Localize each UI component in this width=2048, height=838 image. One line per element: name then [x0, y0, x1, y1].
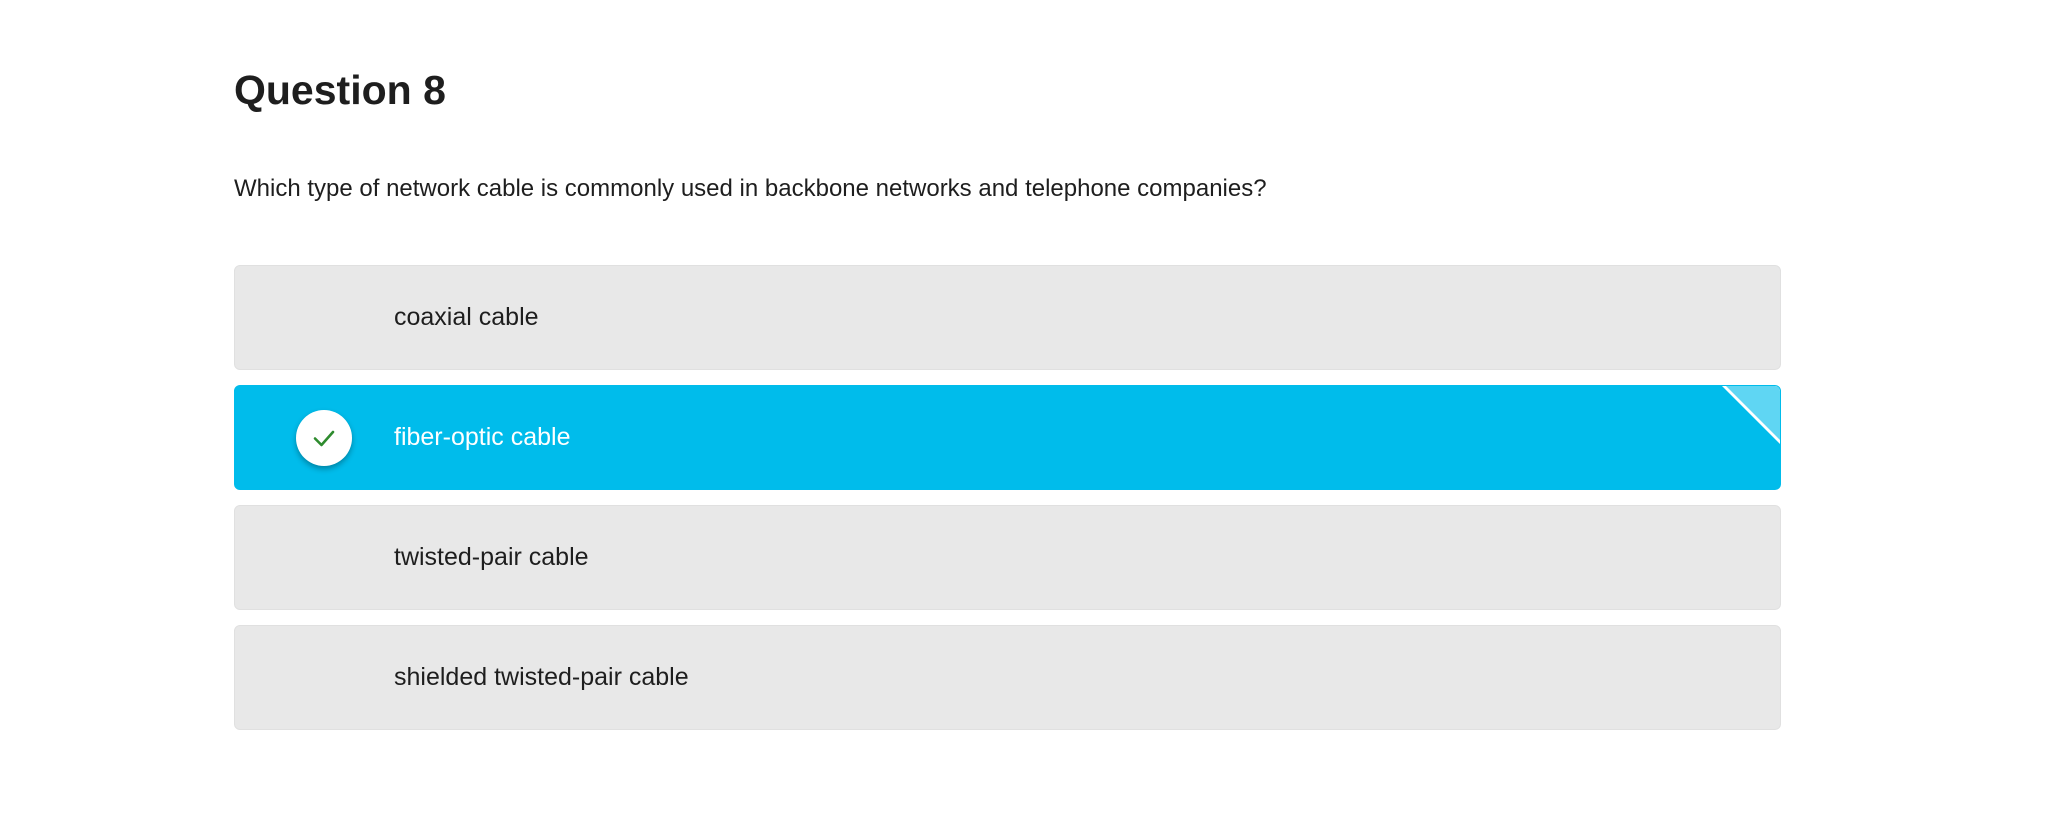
- answer-option-label: coaxial cable: [394, 303, 539, 331]
- answer-option-label: twisted-pair cable: [394, 543, 589, 571]
- answer-option-twisted-pair-cable[interactable]: twisted-pair cable: [234, 505, 1781, 610]
- answer-option-fiber-optic-cable[interactable]: fiber-optic cable: [234, 385, 1781, 490]
- answer-option-label: shielded twisted-pair cable: [394, 663, 689, 691]
- answer-options-list: coaxial cable fiber-optic cable twisted-…: [234, 265, 1781, 745]
- question-title: Question 8: [234, 67, 446, 113]
- answer-option-coaxial-cable[interactable]: coaxial cable: [234, 265, 1781, 370]
- selected-corner-flag-icon: [1722, 386, 1780, 444]
- checkmark-icon: [296, 410, 352, 466]
- question-text: Which type of network cable is commonly …: [234, 175, 1267, 202]
- answer-option-shielded-twisted-pair-cable[interactable]: shielded twisted-pair cable: [234, 625, 1781, 730]
- answer-option-label: fiber-optic cable: [394, 423, 571, 451]
